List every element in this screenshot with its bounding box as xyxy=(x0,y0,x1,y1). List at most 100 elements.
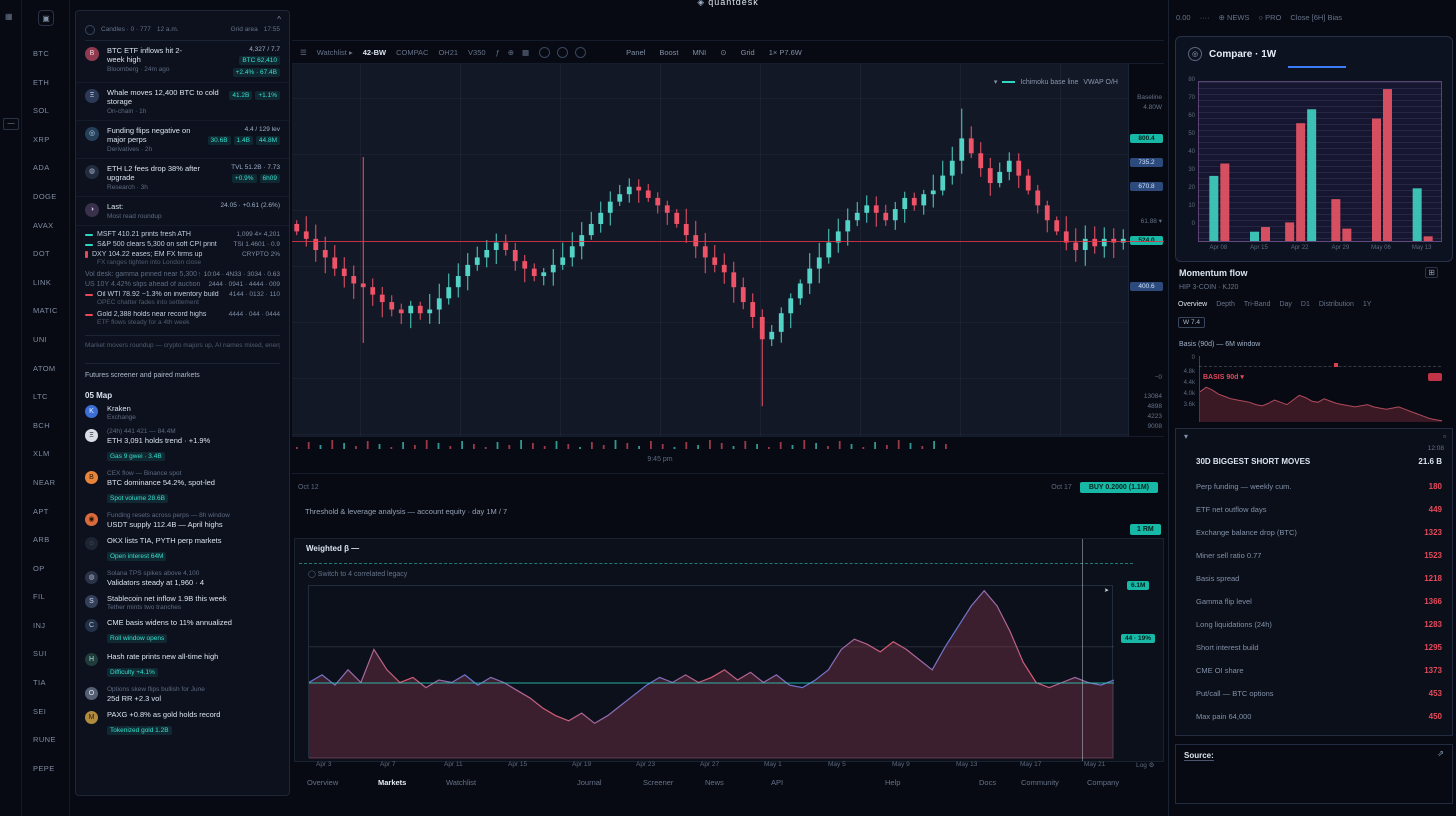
toolbar-button[interactable]: Grid xyxy=(741,48,755,57)
tool-icon[interactable]: ▦ xyxy=(522,48,529,57)
risk-chip[interactable]: 1 RM xyxy=(1130,524,1161,535)
window-icon[interactable]: ▫ xyxy=(1443,432,1446,441)
momentum-tab[interactable]: D1 xyxy=(1301,301,1310,308)
news-chip[interactable]: 30.6B xyxy=(208,136,231,145)
ticker-item[interactable]: ATOM xyxy=(22,355,70,384)
expand-icon[interactable]: ⊞ xyxy=(1425,267,1438,278)
ticker-item[interactable]: AVAX xyxy=(22,212,70,241)
ticker-item[interactable]: SEI xyxy=(22,698,70,727)
momentum-tab[interactable]: Distribution xyxy=(1319,301,1354,308)
ticker-item[interactable]: SUI xyxy=(22,640,70,669)
screener-chip[interactable]: Roll window opens xyxy=(107,634,167,643)
market-row[interactable]: Gold 2,388 holds near record highs4444 ·… xyxy=(85,308,280,328)
ticker-item[interactable]: XLM xyxy=(22,440,70,469)
screener-item[interactable]: Ξ(24h) 441 421 — 84.4METH 3,091 holds tr… xyxy=(76,424,289,466)
external-link-icon[interactable]: ⇗ xyxy=(1437,749,1444,758)
news-chip[interactable]: 41.2B xyxy=(229,91,252,100)
screener-item[interactable]: BCEX flow — Binance spotBTC dominance 54… xyxy=(76,466,289,508)
table-row[interactable]: Basis spread1218 xyxy=(1196,567,1442,590)
toolbar-button[interactable]: Boost xyxy=(659,48,678,57)
toolbar-button[interactable]: ⊙ xyxy=(720,48,726,57)
footer-link[interactable]: News xyxy=(705,778,724,787)
momentum-tab[interactable]: Depth xyxy=(1216,301,1235,308)
toolbar-button[interactable]: 1× P7.6W xyxy=(769,48,802,57)
screener-chip[interactable]: Spot volume 28.6B xyxy=(107,494,168,503)
market-row[interactable]: US 10Y 4.42% slips ahead of auction2444 … xyxy=(85,278,280,288)
grid-menu-icon[interactable]: ▦ xyxy=(5,12,13,21)
ticker-item[interactable]: BTC xyxy=(22,40,70,69)
table-row[interactable]: ETF net outflow days449 xyxy=(1196,498,1442,521)
indicator-circle-icon[interactable] xyxy=(557,47,568,58)
price-axis[interactable]: Baseline4.80W61.88 ▾−0130844898422390088… xyxy=(1128,64,1164,436)
table-row[interactable]: Short interest build1295 xyxy=(1196,636,1442,659)
screener-item[interactable]: HHash rate prints new all-time highDiffi… xyxy=(76,648,289,682)
screener-item[interactable]: ◍Solana TPS spikes above 4,100Validators… xyxy=(76,566,289,590)
news-item[interactable]: ◑Last:Most read roundup24.05 · +0.61 (2.… xyxy=(76,197,289,226)
screener-item[interactable]: SStablecoin net inflow 1.9B this weekTet… xyxy=(76,590,289,614)
footer-link[interactable]: Markets xyxy=(378,778,406,787)
footer-link[interactable]: Docs xyxy=(979,778,996,787)
ticker-item[interactable]: OP xyxy=(22,555,70,584)
screener-item[interactable]: KKrakenExchange xyxy=(76,400,289,424)
ticker-item[interactable]: SOL xyxy=(22,97,70,126)
market-row[interactable]: S&P 500 clears 5,300 on soft CPI printTS… xyxy=(85,238,280,248)
ticker-item[interactable]: INJ xyxy=(22,612,70,641)
ticker-item[interactable]: XRP xyxy=(22,126,70,155)
feed-toolbar-title[interactable]: Candles · 0 · 777 xyxy=(101,26,151,33)
ticker-item[interactable]: RUNE xyxy=(22,726,70,755)
table-row[interactable]: Miner sell ratio 0.771523 xyxy=(1196,544,1442,567)
ticker-item[interactable]: MATIC xyxy=(22,297,70,326)
ticker-item[interactable]: LTC xyxy=(22,383,70,412)
momentum-tab[interactable]: Tri-Band xyxy=(1244,301,1271,308)
ticker-item[interactable]: BCH xyxy=(22,412,70,441)
menu-icon[interactable]: ☰ xyxy=(300,48,307,57)
footer-link[interactable]: Community xyxy=(1021,778,1059,787)
toolbar-button[interactable]: MNI xyxy=(693,48,707,57)
table-row[interactable]: CME OI share1373 xyxy=(1196,659,1442,682)
news-chip[interactable]: +0.9% xyxy=(232,174,257,183)
footer-link[interactable]: Screener xyxy=(643,778,673,787)
footer-link[interactable]: Help xyxy=(885,778,900,787)
market-row[interactable]: Oil WTI 78.92 −1.3% on inventory build41… xyxy=(85,288,280,308)
news-chip[interactable]: BTC 62,410 xyxy=(239,56,280,65)
sketch-icon[interactable] xyxy=(85,25,95,35)
ticker-item[interactable]: DOGE xyxy=(22,183,70,212)
table-row[interactable]: Max pain 64,000450 xyxy=(1196,705,1442,728)
market-row[interactable]: MSFT 410.21 prints fresh ATH1,099 4× 4,2… xyxy=(85,228,280,238)
news-chip[interactable]: +1.1% xyxy=(255,91,280,100)
indicator-circle-icon[interactable] xyxy=(539,47,550,58)
news-item[interactable]: BBTC ETF inflows hit 2-week highBloomber… xyxy=(76,41,289,83)
footer-link[interactable]: Watchlist xyxy=(446,778,476,787)
table-row[interactable]: Gamma flip level1366 xyxy=(1196,590,1442,613)
momentum-tab[interactable]: 1Y xyxy=(1363,301,1372,308)
footer-link[interactable]: Company xyxy=(1087,778,1119,787)
momentum-tab[interactable]: Day xyxy=(1279,301,1291,308)
toolbar-button[interactable]: Panel xyxy=(626,48,645,57)
source-label[interactable]: Source: xyxy=(1184,751,1214,761)
caret-down-icon[interactable]: ▾ xyxy=(994,78,998,86)
screener-item[interactable]: CCME basis widens to 11% annualizedRoll … xyxy=(76,614,289,648)
screener-chip[interactable]: Difficulty +4.1% xyxy=(107,668,158,677)
news-item[interactable]: ◎Funding flips negative on major perpsDe… xyxy=(76,121,289,159)
ticker-item[interactable]: NEAR xyxy=(22,469,70,498)
screener-item[interactable]: MPAXG +0.8% as gold holds recordTokenize… xyxy=(76,706,289,740)
collapse-handle[interactable]: — xyxy=(3,118,19,130)
chevron-down-icon[interactable]: ▾ xyxy=(1184,432,1188,441)
table-row[interactable]: Perp funding — weekly cum.180 xyxy=(1196,475,1442,498)
market-row[interactable]: DXY 104.22 eases; EM FX firms upCRYPTO 2… xyxy=(85,248,280,268)
momentum-tab[interactable]: Overview xyxy=(1178,301,1207,308)
screener-chip[interactable]: Gas 9 gwei · 3.4B xyxy=(107,452,165,461)
ticker-item[interactable]: TIA xyxy=(22,669,70,698)
table-row[interactable]: Exchange balance drop (BTC)1323 xyxy=(1196,521,1442,544)
news-chip[interactable]: +2.4% · 67.4B xyxy=(233,68,280,77)
feed-toolbar-right[interactable]: Grid area xyxy=(231,26,258,33)
chevron-up-icon[interactable]: ^ xyxy=(277,15,281,24)
ticker-item[interactable]: LINK xyxy=(22,269,70,298)
basis-mini-chart[interactable] xyxy=(1200,382,1442,422)
news-chip[interactable]: 44.8M xyxy=(256,136,280,145)
ticker-item[interactable]: ETH xyxy=(22,69,70,98)
watchlist-button[interactable]: Watchlist ▸ xyxy=(317,48,353,57)
candlestick-chart[interactable]: ▾ Ichimoku base line VWAP O/H xyxy=(292,64,1128,436)
screener-chip[interactable]: Tokenized gold 1.2B xyxy=(107,726,172,735)
ticker-item[interactable]: APT xyxy=(22,498,70,527)
